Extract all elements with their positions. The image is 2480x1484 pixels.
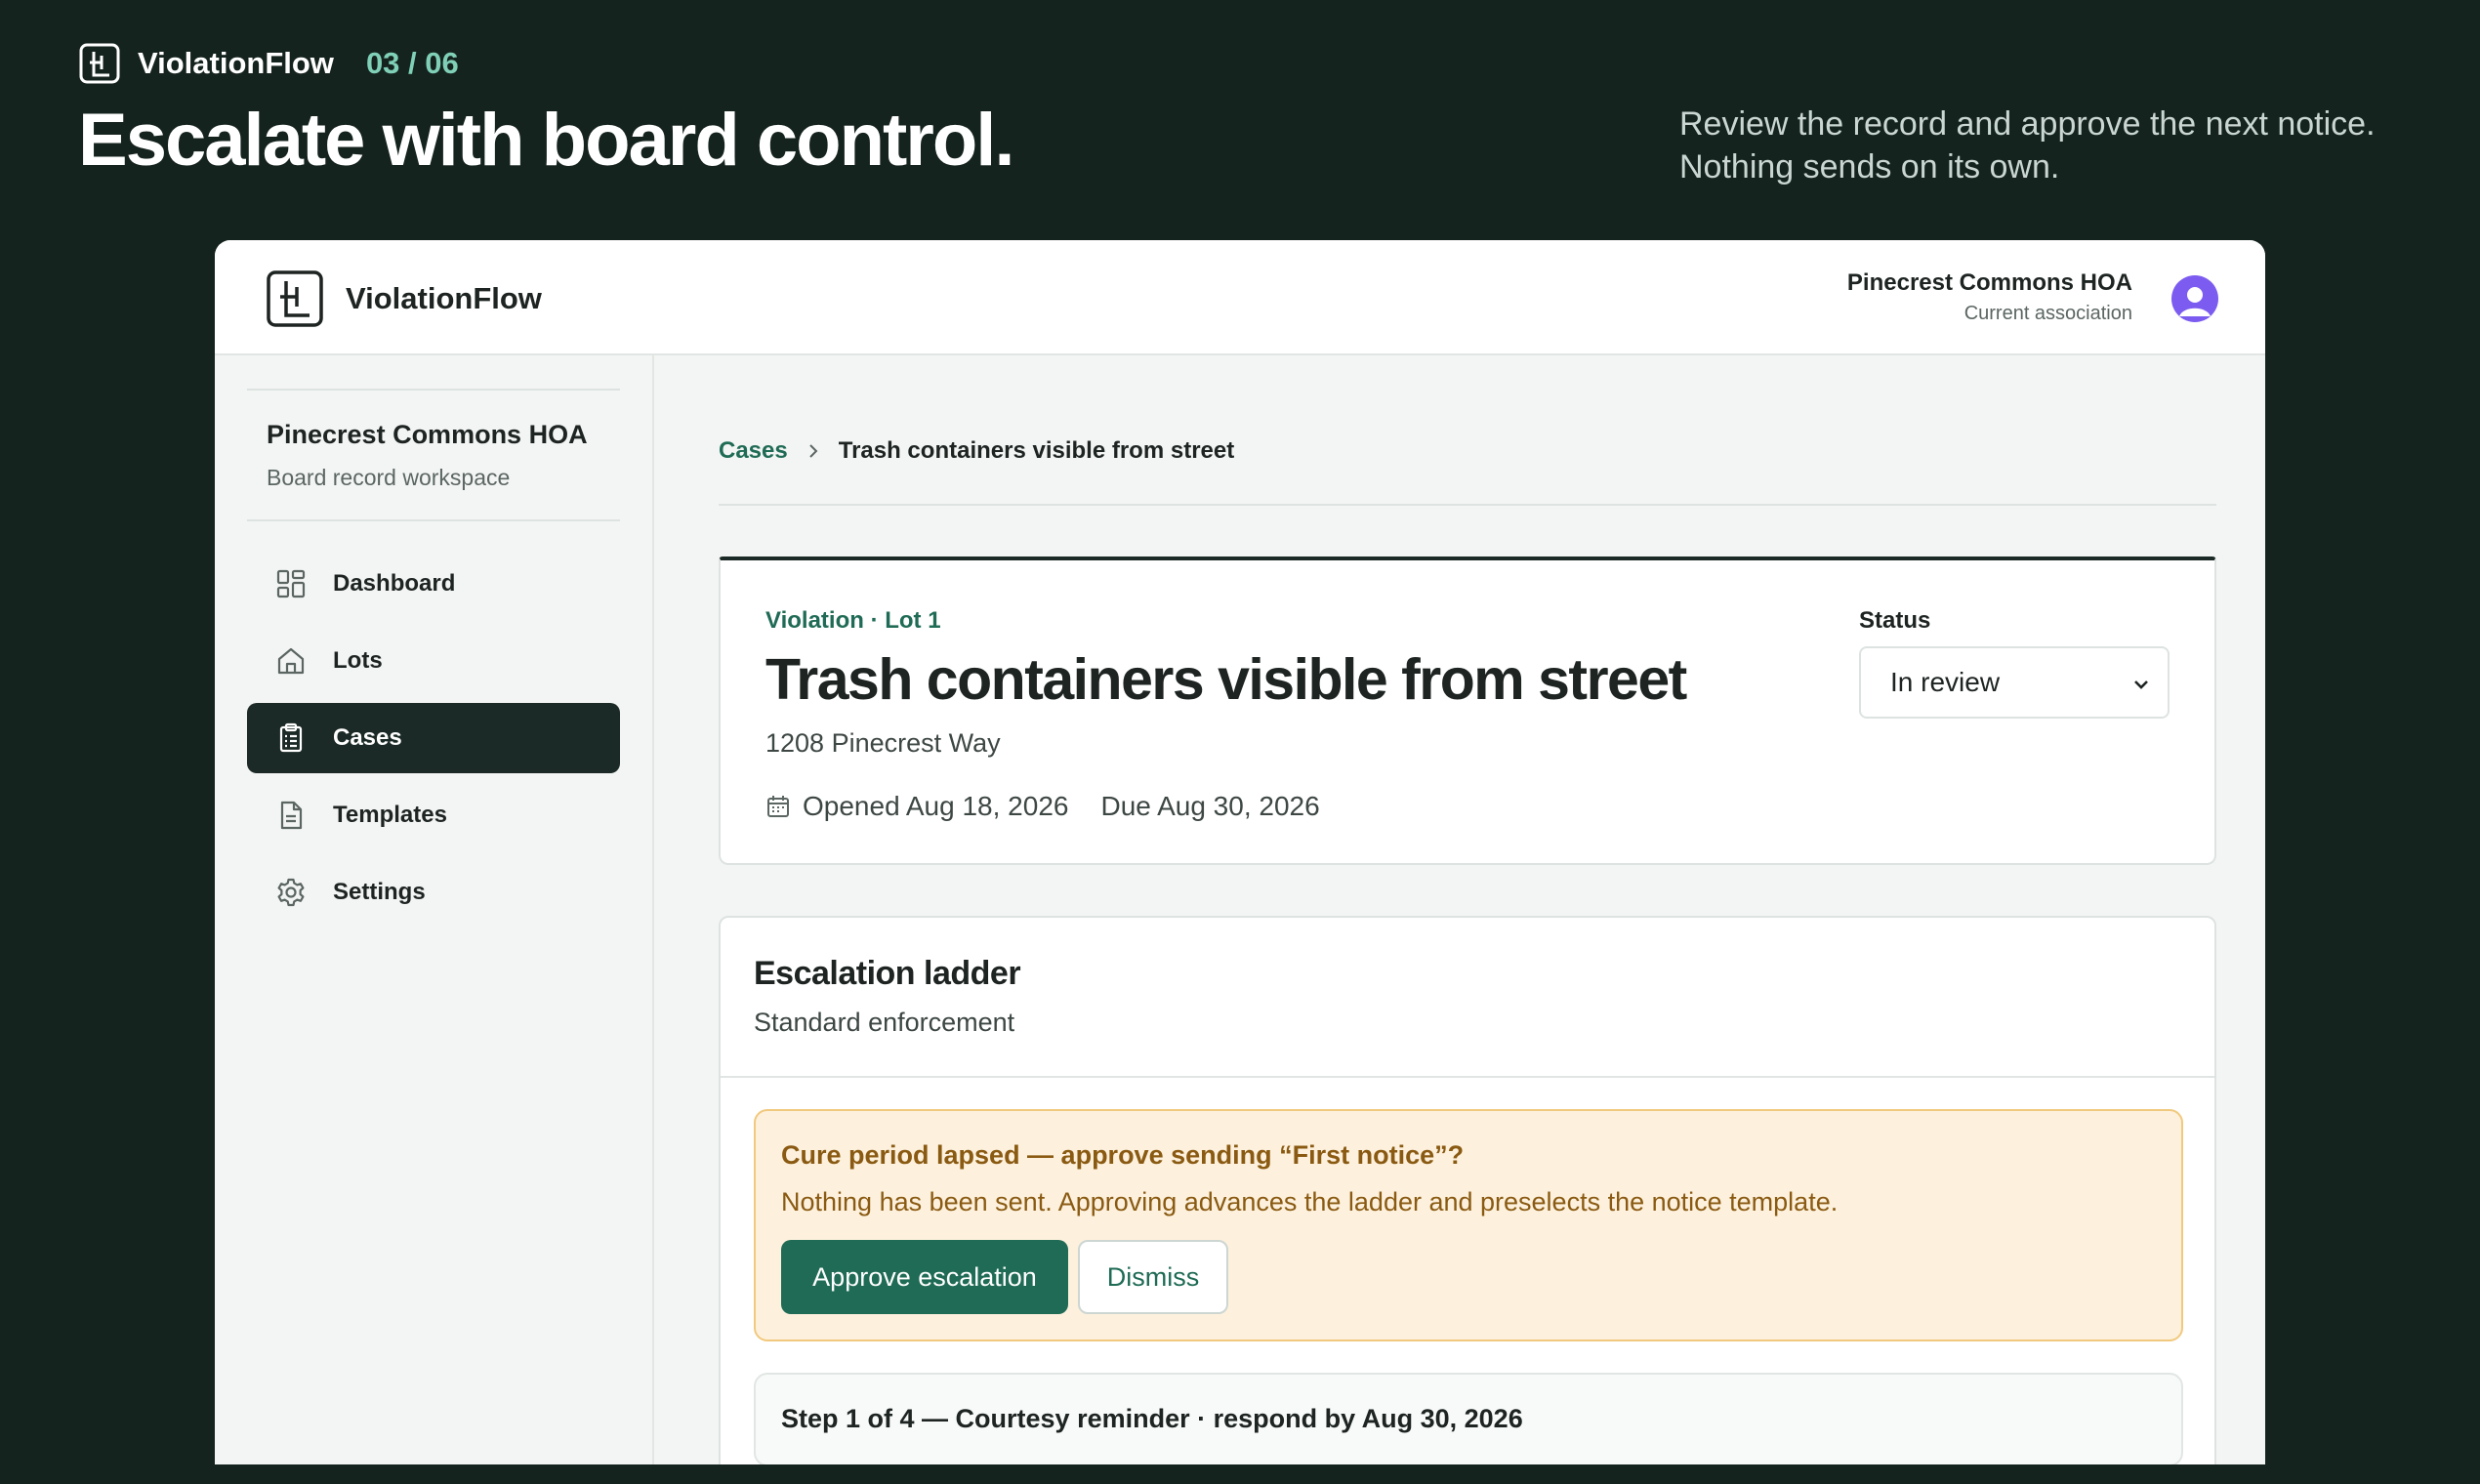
dismiss-button[interactable]: Dismiss <box>1078 1240 1228 1314</box>
sidebar-item-settings[interactable]: Settings <box>247 857 620 928</box>
breadcrumb: Cases Trash containers visible from stre… <box>719 437 1234 465</box>
escalation-ladder-card: Escalation ladder Standard enforcement C… <box>719 916 2216 1464</box>
alert-body: Nothing has been sent. Approving advance… <box>781 1187 1839 1216</box>
sidebar-item-templates[interactable]: Templates <box>247 780 620 850</box>
workspace-subtitle: Board record workspace <box>267 465 511 490</box>
status-label: Status <box>1859 607 1931 634</box>
sidebar-item-lots[interactable]: Lots <box>247 626 620 696</box>
sidebar-item-label: Settings <box>333 879 426 905</box>
app-window: ViolationFlow Pinecrest Commons HOA Curr… <box>215 240 2265 1464</box>
sidebar-item-label: Templates <box>333 802 447 828</box>
case-header-card: Violation · Lot 1 Trash containers visib… <box>719 556 2216 865</box>
workspace-name: Pinecrest Commons HOA <box>267 420 588 449</box>
status-select-value: In review <box>1890 667 2001 697</box>
grid-icon <box>276 569 306 598</box>
step-counter: 03 / 06 <box>365 46 459 80</box>
sidebar-nav: Dashboard Lots Cases Templates Settings <box>247 549 620 934</box>
sidebar-item-label: Lots <box>333 647 383 674</box>
document-icon <box>280 801 303 830</box>
association-name: Pinecrest Commons HOA <box>1846 269 2132 296</box>
breadcrumb-current: Trash containers visible from street <box>838 437 1235 464</box>
status-select[interactable]: In review <box>1859 646 2170 719</box>
sidebar-item-cases[interactable]: Cases <box>247 703 620 773</box>
approve-escalation-button[interactable]: Approve escalation <box>781 1240 1068 1314</box>
app-brand-name: ViolationFlow <box>346 281 542 315</box>
clipboard-icon <box>279 722 303 753</box>
case-title: Trash containers visible from street <box>765 647 1687 712</box>
step-text: Step 1 of 4 — Courtesy reminder · respon… <box>781 1404 1523 1433</box>
app-brand[interactable]: ViolationFlow <box>266 269 542 328</box>
logo-icon <box>79 43 120 84</box>
case-dates: Opened Aug 18, 2026 Due Aug 30, 2026 <box>765 791 1320 822</box>
main-content: Cases Trash containers visible from stre… <box>656 355 2265 1464</box>
divider <box>721 1076 2214 1078</box>
hero-title: Escalate with board control. <box>78 99 1015 182</box>
logo-icon <box>267 270 323 327</box>
opened-date: Opened Aug 18, 2026 <box>803 791 1069 821</box>
hero-brand: ViolationFlow 03 / 06 <box>79 43 459 84</box>
sidebar: Pinecrest Commons HOA Board record works… <box>215 355 654 1464</box>
ladder-title: Escalation ladder <box>754 955 1021 992</box>
chevron-down-icon <box>2134 680 2148 689</box>
gear-icon <box>277 878 305 907</box>
top-bar: ViolationFlow Pinecrest Commons HOA Curr… <box>215 240 2265 355</box>
calendar-icon <box>767 796 789 817</box>
case-eyebrow: Violation · Lot 1 <box>765 607 941 634</box>
sidebar-item-label: Dashboard <box>333 570 456 597</box>
divider <box>719 504 2216 506</box>
hero-brand-name: ViolationFlow <box>138 46 334 80</box>
hero-subtitle: Review the record and approve the next n… <box>1679 103 2421 188</box>
workspace-card: Pinecrest Commons HOA Board record works… <box>247 389 620 521</box>
ladder-step-row[interactable]: Step 1 of 4 — Courtesy reminder · respon… <box>754 1373 2183 1464</box>
user-avatar-icon[interactable] <box>2171 275 2218 322</box>
chevron-right-icon <box>809 444 818 458</box>
sidebar-item-dashboard[interactable]: Dashboard <box>247 549 620 619</box>
case-address: 1208 Pinecrest Way <box>765 728 1001 758</box>
association-switcher[interactable]: Pinecrest Commons HOA Current associatio… <box>1847 269 2132 325</box>
alert-title: Cure period lapsed — approve sending “Fi… <box>781 1140 1465 1170</box>
escalation-alert: Cure period lapsed — approve sending “Fi… <box>754 1109 2183 1341</box>
ladder-subtitle: Standard enforcement <box>754 1008 1015 1037</box>
home-icon <box>277 647 305 675</box>
hero-subtitle-line: Review the record and approve the next n… <box>1679 105 2376 143</box>
hero-subtitle-line: Nothing sends on its own. <box>1679 148 2060 186</box>
association-label: Current association <box>1963 303 2132 324</box>
due-date: Due Aug 30, 2026 <box>1100 791 1320 821</box>
breadcrumb-cases-link[interactable]: Cases <box>719 437 788 465</box>
sidebar-item-label: Cases <box>333 724 402 751</box>
